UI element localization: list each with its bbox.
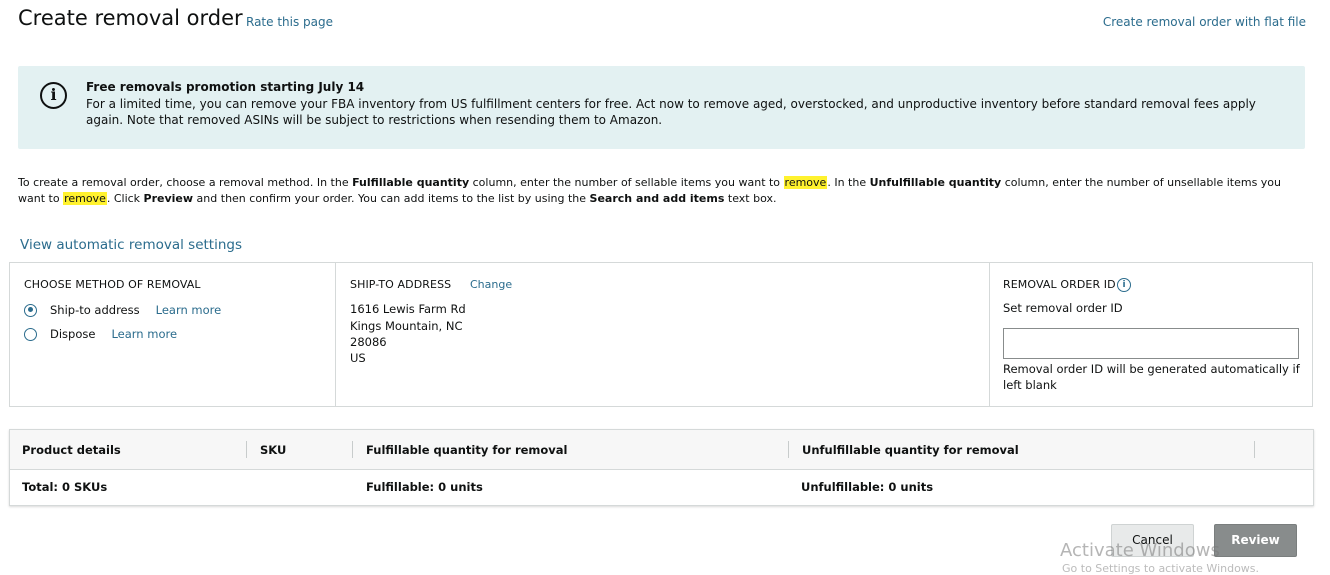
learn-more-link[interactable]: Learn more (156, 303, 222, 317)
automatic-removal-settings-link[interactable]: View automatic removal settings (20, 237, 242, 253)
column-divider (352, 441, 353, 458)
highlighted-term: remove (63, 192, 107, 205)
column-divider (788, 441, 789, 458)
promo-body: For a limited time, you can remove your … (86, 97, 1256, 127)
total-fulfillable: Fulfillable: 0 units (366, 480, 483, 494)
address-line: 1616 Lewis Farm Rd (350, 302, 466, 316)
table-totals-row: Total: 0 SKUs Fulfillable: 0 units Unful… (10, 470, 1313, 506)
total-unfulfillable: Unfulfillable: 0 units (801, 480, 934, 494)
promo-banner: i Free removals promotion starting July … (18, 66, 1305, 149)
activate-windows-watermark: Activate Windows (1060, 540, 1220, 561)
address-line: Kings Mountain, NC (350, 319, 463, 333)
info-icon: i (40, 82, 67, 109)
order-id-heading: REMOVAL ORDER ID (1003, 278, 1116, 291)
removal-order-id-input[interactable] (1003, 328, 1299, 359)
promo-title: Free removals promotion starting July 14 (86, 80, 365, 94)
radio-ship-to-address[interactable] (24, 303, 37, 317)
change-address-link[interactable]: Change (470, 278, 512, 291)
total-skus: Total: 0 SKUs (22, 480, 108, 494)
instructions-text: To create a removal order, choose a remo… (18, 176, 1282, 205)
removal-method-section: CHOOSE METHOD OF REMOVAL Ship-to address… (10, 263, 336, 406)
column-header-sku: SKU (260, 443, 287, 457)
method-option-dispose[interactable]: Dispose Learn more (24, 327, 177, 341)
method-option-label: Dispose (50, 327, 96, 341)
method-option-ship-to[interactable]: Ship-to address Learn more (24, 303, 221, 317)
address-line: US (350, 351, 366, 365)
ship-to-heading: SHIP-TO ADDRESS (350, 278, 452, 291)
removal-options-panel: CHOOSE METHOD OF REMOVAL Ship-to address… (9, 262, 1313, 407)
column-header-fulfillable: Fulfillable quantity for removal (366, 443, 568, 457)
flat-file-link[interactable]: Create removal order with flat file (1103, 15, 1306, 29)
highlighted-term: remove (783, 176, 828, 189)
column-divider (1254, 441, 1255, 458)
set-order-id-label: Set removal order ID (1003, 301, 1123, 315)
removal-order-id-section: REMOVAL ORDER ID i Set removal order ID … (989, 263, 1312, 406)
column-header-product-details: Product details (22, 443, 121, 457)
ship-to-address-section: SHIP-TO ADDRESS Change 1616 Lewis Farm R… (335, 263, 990, 406)
learn-more-link[interactable]: Learn more (111, 327, 177, 341)
address-line: 28086 (350, 335, 387, 349)
page-title: Create removal order (18, 6, 243, 30)
order-id-help-text: Removal order ID will be generated autom… (1003, 362, 1300, 392)
column-header-unfulfillable: Unfulfillable quantity for removal (802, 443, 1019, 457)
column-divider (246, 441, 247, 458)
removal-items-table: Product details SKU Fulfillable quantity… (9, 429, 1314, 506)
review-button[interactable]: Review (1214, 524, 1297, 557)
table-header: Product details SKU Fulfillable quantity… (10, 430, 1313, 470)
info-icon[interactable]: i (1117, 278, 1131, 292)
radio-dispose[interactable] (24, 327, 37, 341)
method-option-label: Ship-to address (50, 303, 140, 317)
rate-this-page-link[interactable]: Rate this page (246, 15, 333, 29)
method-heading: CHOOSE METHOD OF REMOVAL (24, 278, 201, 291)
